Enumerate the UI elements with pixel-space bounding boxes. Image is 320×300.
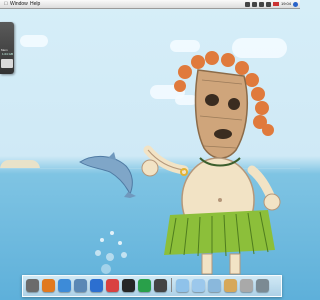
dock-icons: [26, 276, 269, 294]
downloads-folder-icon[interactable]: [208, 278, 221, 292]
status-tray: 19:04: [244, 0, 298, 8]
menu-window[interactable]: Window: [10, 0, 28, 8]
spotlight-icon[interactable]: [293, 1, 298, 7]
safari-icon[interactable]: [90, 278, 103, 292]
volume-icon[interactable]: [258, 1, 264, 7]
itunes-icon[interactable]: [58, 278, 71, 292]
apple-icon[interactable]: : [4, 0, 8, 8]
system-preferences-icon[interactable]: [240, 278, 253, 292]
firefox-icon[interactable]: [42, 278, 55, 292]
dock-separator: [171, 278, 172, 292]
dashboard-icon[interactable]: [154, 278, 167, 292]
desktop-widget[interactable]: Mem 1.04 GB: [0, 22, 14, 74]
cloud: [20, 35, 48, 47]
status-icon[interactable]: [244, 1, 250, 7]
widget-bar: [1, 59, 13, 68]
battery-icon[interactable]: [265, 1, 271, 7]
calendar-icon[interactable]: [106, 278, 119, 292]
finder-icon[interactable]: [26, 278, 39, 292]
tribal-mask-character: [141, 51, 281, 275]
utorrent-icon[interactable]: [138, 278, 151, 292]
preview-icon[interactable]: [224, 278, 237, 292]
trash-icon[interactable]: [256, 278, 269, 292]
terminal-icon[interactable]: [122, 278, 135, 292]
menu-help[interactable]: Help: [30, 0, 40, 8]
menu-bar:  Window Help 19:04: [0, 0, 300, 9]
iphoto-icon[interactable]: [74, 278, 87, 292]
dolphin-illustration: [79, 152, 136, 198]
input-source-icon[interactable]: [272, 2, 279, 6]
clock[interactable]: 19:04: [281, 0, 291, 8]
widget-value: 1.04 GB: [2, 52, 14, 56]
wifi-icon[interactable]: [251, 1, 257, 7]
applications-folder-icon[interactable]: [176, 278, 189, 292]
documents-folder-icon[interactable]: [192, 278, 205, 292]
water-splash: [95, 231, 127, 274]
